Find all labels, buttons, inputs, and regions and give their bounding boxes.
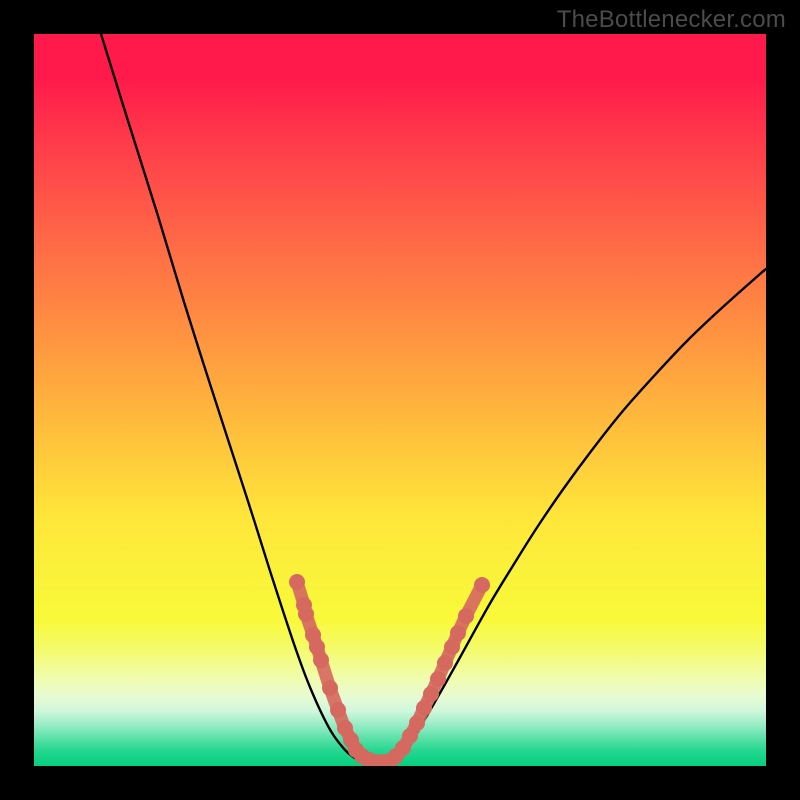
marker-dot [458, 608, 474, 624]
plot-frame [34, 34, 766, 766]
marker-dot [313, 652, 329, 668]
marker-dot [437, 655, 453, 671]
marker-dot [430, 671, 446, 687]
marker-dot [450, 625, 466, 641]
chart-svg [34, 34, 766, 766]
marker-dot [474, 577, 490, 593]
marker-dot [322, 680, 338, 696]
markers-group [289, 574, 490, 766]
marker-dot [298, 606, 314, 622]
marker-stroke [297, 582, 482, 762]
marker-dot [289, 574, 305, 590]
marker-dot [409, 715, 425, 731]
curves-group [101, 34, 766, 764]
curve-right-curve [390, 269, 766, 763]
watermark-label: TheBottlenecker.com [557, 6, 786, 34]
marker-dot [444, 639, 460, 655]
marker-dot [416, 700, 432, 716]
marker-dot [330, 702, 346, 718]
marker-dot [423, 686, 439, 702]
